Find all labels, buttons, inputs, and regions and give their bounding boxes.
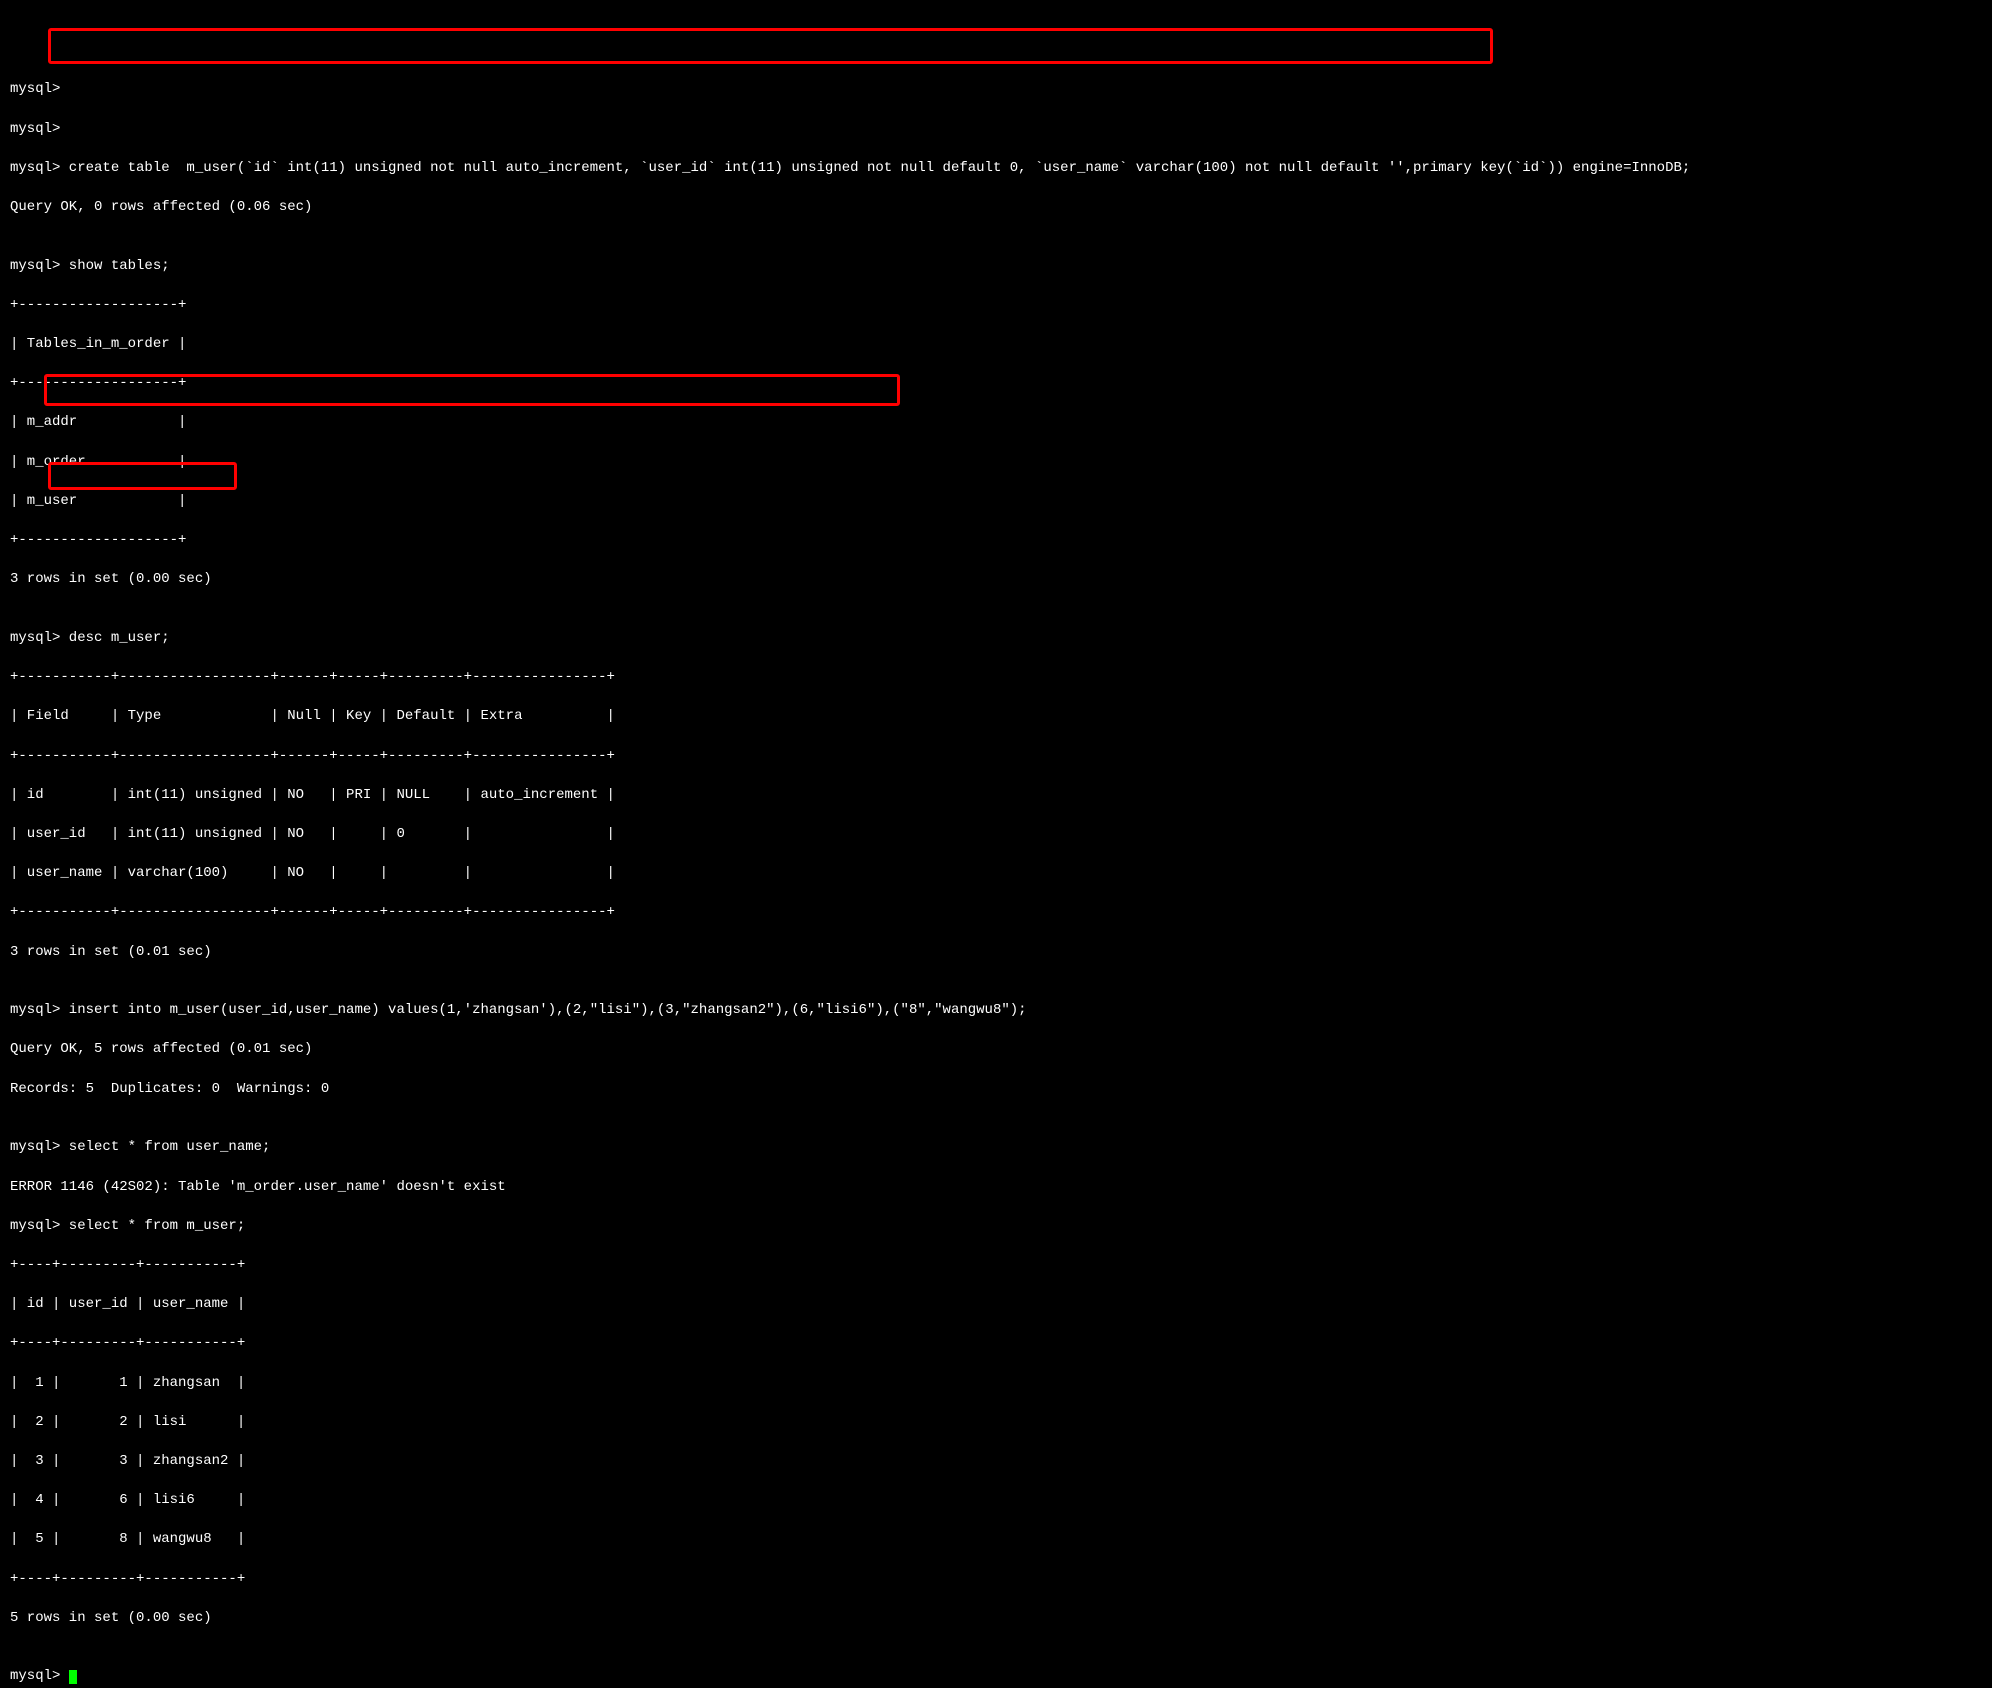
table-border: +----+---------+-----------+	[10, 1334, 1982, 1354]
rows-in-set: 3 rows in set (0.00 sec)	[10, 570, 1982, 590]
prompt-line: mysql>	[10, 80, 1982, 100]
table-row: | user_id | int(11) unsigned | NO | | 0 …	[10, 825, 1982, 845]
select-command-error: mysql> select * from user_name;	[10, 1138, 1982, 1158]
show-tables-command: mysql> show tables;	[10, 257, 1982, 277]
table-border: +-------------------+	[10, 374, 1982, 394]
rows-in-set: 5 rows in set (0.00 sec)	[10, 1609, 1982, 1629]
table-border: +----+---------+-----------+	[10, 1256, 1982, 1276]
table-row: | m_order |	[10, 453, 1982, 473]
desc-command: mysql> desc m_user;	[10, 629, 1982, 649]
active-prompt[interactable]: mysql>	[10, 1667, 1982, 1687]
rows-in-set: 3 rows in set (0.01 sec)	[10, 943, 1982, 963]
table-row: | 1 | 1 | zhangsan |	[10, 1374, 1982, 1394]
table-row: | 3 | 3 | zhangsan2 |	[10, 1452, 1982, 1472]
table-row: | m_user |	[10, 492, 1982, 512]
table-header: | id | user_id | user_name |	[10, 1295, 1982, 1315]
create-table-command: mysql> create table m_user(`id` int(11) …	[10, 159, 1982, 179]
table-border: +-------------------+	[10, 296, 1982, 316]
table-border: +-------------------+	[10, 531, 1982, 551]
prompt-text: mysql>	[10, 1668, 69, 1684]
query-ok-result: Query OK, 5 rows affected (0.01 sec)	[10, 1040, 1982, 1060]
insert-command: mysql> insert into m_user(user_id,user_n…	[10, 1001, 1982, 1021]
table-border: +-----------+------------------+------+-…	[10, 668, 1982, 688]
cursor-icon	[69, 1670, 77, 1684]
select-command: mysql> select * from m_user;	[10, 1217, 1982, 1237]
table-row: | 4 | 6 | lisi6 |	[10, 1491, 1982, 1511]
table-row: | 2 | 2 | lisi |	[10, 1413, 1982, 1433]
table-border: +----+---------+-----------+	[10, 1570, 1982, 1590]
table-row: | 5 | 8 | wangwu8 |	[10, 1530, 1982, 1550]
table-border: +-----------+------------------+------+-…	[10, 747, 1982, 767]
error-message: ERROR 1146 (42S02): Table 'm_order.user_…	[10, 1178, 1982, 1198]
table-row: | id | int(11) unsigned | NO | PRI | NUL…	[10, 786, 1982, 806]
query-ok-result: Query OK, 0 rows affected (0.06 sec)	[10, 198, 1982, 218]
table-header: | Field | Type | Null | Key | Default | …	[10, 707, 1982, 727]
highlight-create-table	[48, 28, 1493, 64]
table-row: | m_addr |	[10, 413, 1982, 433]
table-border: +-----------+------------------+------+-…	[10, 903, 1982, 923]
prompt-line: mysql>	[10, 120, 1982, 140]
table-header: | Tables_in_m_order |	[10, 335, 1982, 355]
records-result: Records: 5 Duplicates: 0 Warnings: 0	[10, 1080, 1982, 1100]
table-row: | user_name | varchar(100) | NO | | | |	[10, 864, 1982, 884]
